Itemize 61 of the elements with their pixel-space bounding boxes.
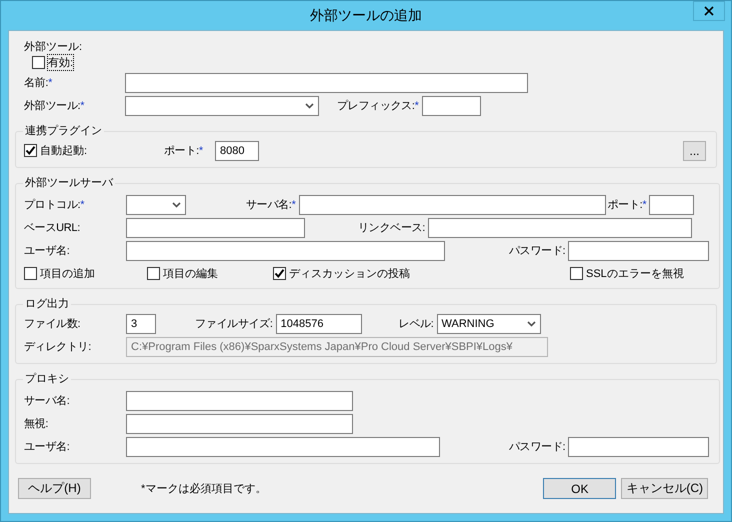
field-label: 外部ツール:* xyxy=(24,98,86,113)
field-label: ディレクトリ: xyxy=(24,340,92,354)
server-name-field[interactable] xyxy=(126,390,353,410)
password-field[interactable] xyxy=(568,436,710,456)
password-field[interactable] xyxy=(568,240,710,260)
ok-button[interactable]: OK xyxy=(543,478,616,499)
field-label: ファイルサイズ: xyxy=(195,317,273,331)
field-label: サーバ名:* xyxy=(246,198,296,212)
field-label: パスワード: xyxy=(509,440,566,454)
field-label: ユーザ名: xyxy=(24,440,71,454)
chevron-down-icon xyxy=(305,102,314,108)
field-label: プレフィックス:* xyxy=(337,98,419,113)
option-checkbox[interactable]: SSLのエラーを無視 xyxy=(570,266,684,281)
file-size-field[interactable]: 1048576 xyxy=(276,314,362,334)
server-name-field[interactable] xyxy=(298,194,606,214)
check-icon xyxy=(274,268,285,279)
field-label: プロトコル:* xyxy=(24,198,86,212)
autostart-checkbox[interactable]: 自動起動: xyxy=(24,143,164,158)
section-heading: 外部ツール: xyxy=(24,40,84,54)
enabled-checkbox[interactable]: 有効: xyxy=(32,55,74,70)
port-field[interactable]: 8080 xyxy=(215,140,259,160)
required-note: *マークは必須項目です。 xyxy=(141,482,266,496)
group-title: プロキシ xyxy=(24,372,70,386)
field-label: 名前:* xyxy=(24,76,54,90)
field-label: パスワード: xyxy=(509,244,566,258)
group-title: 連携プラグイン xyxy=(24,124,103,138)
close-icon xyxy=(704,6,714,16)
browse-button[interactable]: ... xyxy=(683,140,706,160)
tool-dropdown[interactable] xyxy=(125,96,319,116)
field-label: レベル: xyxy=(398,317,434,331)
option-checkbox[interactable]: 項目の追加 xyxy=(24,266,147,281)
close-button[interactable] xyxy=(693,1,725,21)
protocol-dropdown[interactable] xyxy=(126,194,186,214)
name-field[interactable] xyxy=(125,72,528,92)
window-title: 外部ツールの追加 xyxy=(310,6,422,24)
link-base-field[interactable] xyxy=(428,218,692,238)
field-label: サーバ名: xyxy=(24,394,71,408)
field-label: ベースURL: xyxy=(24,221,81,235)
group-title: 外部ツールサーバ xyxy=(24,176,114,190)
field-label: リンクベース: xyxy=(358,221,425,235)
field-label: ファイル数: xyxy=(24,317,82,331)
username-field[interactable] xyxy=(126,240,445,260)
help-button[interactable]: ヘルプ(H) xyxy=(18,478,91,499)
group-title: ログ出力 xyxy=(24,297,70,311)
chevron-down-icon xyxy=(526,320,536,326)
option-checkbox[interactable]: ディスカッションの投稿 xyxy=(273,266,570,281)
check-icon xyxy=(25,145,36,156)
chevron-down-icon xyxy=(172,202,181,208)
cancel-button[interactable]: キャンセル(C) xyxy=(621,478,708,499)
prefix-field[interactable] xyxy=(422,96,481,116)
field-label: 無視: xyxy=(24,417,50,431)
base-url-field[interactable] xyxy=(126,218,305,238)
port-field[interactable] xyxy=(649,194,694,214)
option-checkbox[interactable]: 項目の編集 xyxy=(147,266,273,281)
file-count-field[interactable]: 3 xyxy=(126,314,156,334)
ignore-field[interactable] xyxy=(126,414,353,434)
level-dropdown[interactable]: WARNING xyxy=(436,314,541,334)
field-label: ユーザ名: xyxy=(24,244,71,258)
field-label: ポート:* xyxy=(164,144,204,158)
field-label: ポート:* xyxy=(608,198,646,212)
username-field[interactable] xyxy=(126,436,440,456)
